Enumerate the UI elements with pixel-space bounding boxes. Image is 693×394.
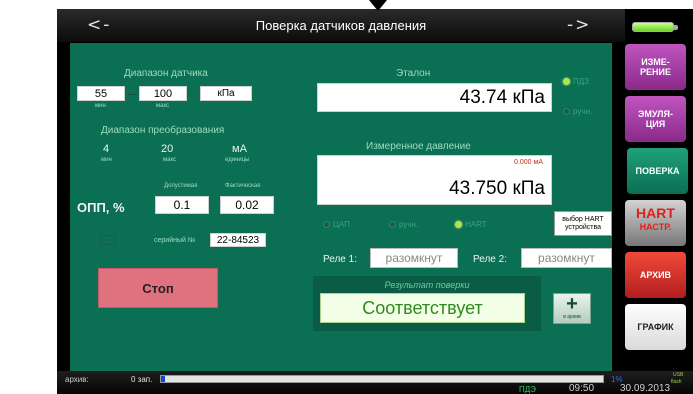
hart-device-select-button[interactable]: выбор HART устройства	[554, 211, 612, 236]
measured-tsap-label: ЦАП	[333, 220, 350, 229]
sidebar-graph-button[interactable]: ГРАФИК	[625, 304, 686, 350]
screen-title: Поверка датчиков давления	[255, 18, 427, 33]
clock-date: 30.09.2013	[620, 383, 671, 394]
opp-allowed-label: Допустимая	[164, 183, 198, 189]
opp-allowed-field[interactable]: 0.1	[155, 196, 209, 214]
measured-hart-radio[interactable]	[455, 221, 462, 228]
sensor-range-label: Диапазон датчика	[124, 68, 208, 79]
opp-actual-field: 0.02	[220, 196, 274, 214]
sidebar-archive-button[interactable]: АРХИВ	[625, 252, 686, 298]
serial-label: серийный №	[154, 237, 196, 244]
next-screen-button[interactable]: ->	[567, 15, 591, 35]
verification-panel: Диапазон датчика 55 мин 100 макс кПа Диа…	[70, 43, 612, 371]
measured-manual-label: ручн.	[399, 220, 419, 229]
conversion-range-min-sub: мин	[101, 157, 112, 163]
archive-progress-fill	[161, 376, 166, 382]
top-pointer-marker	[369, 0, 387, 11]
add-to-archive-label: в архив	[563, 314, 581, 320]
verification-result-panel: Результат поверки Соответствует	[313, 276, 541, 331]
reference-label: Эталон	[396, 68, 431, 79]
title-bar: <- Поверка датчиков давления ->	[57, 9, 625, 42]
archive-record-count: 0 зап.	[131, 375, 153, 384]
archive-label: архив:	[65, 375, 89, 384]
storage-indicator-bottom: flash	[671, 379, 682, 385]
sidebar-emulation-button[interactable]: ЭМУЛЯ- ЦИЯ	[625, 96, 686, 142]
plus-icon: +	[566, 293, 578, 315]
opp-label: ОПП, %	[77, 200, 125, 215]
sensor-range-max-sub: макс	[156, 103, 170, 109]
conversion-range-max-sub: макс	[163, 157, 177, 163]
hart-setup-subtitle: НАСТР.	[639, 222, 672, 232]
measured-value-field: 0.000 мА 43.750 кПа	[317, 155, 552, 205]
reference-manual-radio[interactable]	[563, 108, 570, 115]
sensor-range-min-sub: мин	[95, 103, 106, 109]
device-screen: <- Поверка датчиков давления -> Диапазон…	[57, 9, 693, 394]
serial-checkbox[interactable]	[100, 235, 116, 245]
verification-result-label: Результат поверки	[384, 280, 470, 290]
sensor-range-max-field[interactable]: 100	[139, 86, 187, 101]
reference-pdz-radio[interactable]	[563, 78, 570, 85]
measured-current: 0.000 мА	[514, 159, 543, 166]
archive-progress-bar	[160, 375, 604, 383]
sidebar-hart-setup-button[interactable]: HART НАСТР.	[625, 200, 686, 246]
sensor-unit-field[interactable]: кПа	[200, 86, 252, 101]
measured-tsap-radio[interactable]	[323, 221, 330, 228]
reference-value-field: 43.74 кПа	[317, 83, 552, 112]
conversion-unit: мА	[232, 143, 247, 155]
stop-button[interactable]: Стоп	[98, 268, 218, 308]
range-dash	[128, 94, 137, 95]
storage-indicator-top: USB	[673, 372, 684, 378]
conversion-range-label: Диапазон преобразования	[101, 125, 225, 136]
conversion-range-min: 4	[103, 143, 110, 155]
reference-pdz-label: ПДЗ	[573, 77, 589, 86]
conversion-range-max: 20	[161, 143, 174, 155]
status-bar: архив: 0 зап. 1% ПДЭ 09:50 30.09.2013 US…	[57, 371, 693, 394]
sensor-range-min-field[interactable]: 55	[77, 86, 125, 101]
opp-actual-label: Фактическая	[225, 183, 261, 189]
relay1-label: Реле 1:	[323, 254, 357, 265]
measured-pressure-value: 43.750 кПа	[449, 178, 545, 199]
relay2-status: разомкнут	[521, 248, 612, 268]
verification-result-value: Соответствует	[320, 293, 525, 323]
conversion-unit-sub: единицы	[225, 157, 250, 163]
sidebar-measure-button[interactable]: ИЗМЕ- РЕНИЕ	[625, 44, 686, 90]
battery-tip	[674, 25, 678, 30]
measured-manual-radio[interactable]	[389, 221, 396, 228]
reference-manual-label: ручн.	[573, 107, 593, 116]
battery-icon	[632, 22, 674, 32]
clock-time: 09:50	[569, 383, 595, 394]
hart-setup-title: HART	[636, 205, 675, 221]
relay2-label: Реле 2:	[473, 254, 507, 265]
pde-indicator: ПДЭ	[519, 385, 536, 394]
measured-pressure-label: Измеренное давление	[366, 141, 471, 152]
relay1-status: разомкнут	[370, 248, 458, 268]
serial-number-field[interactable]: 22-84523	[210, 233, 266, 247]
sidebar-verify-tab[interactable]: ПОВЕРКА	[627, 148, 688, 194]
measured-hart-label: HART	[465, 220, 487, 229]
add-to-archive-button[interactable]: + в архив	[553, 293, 591, 324]
